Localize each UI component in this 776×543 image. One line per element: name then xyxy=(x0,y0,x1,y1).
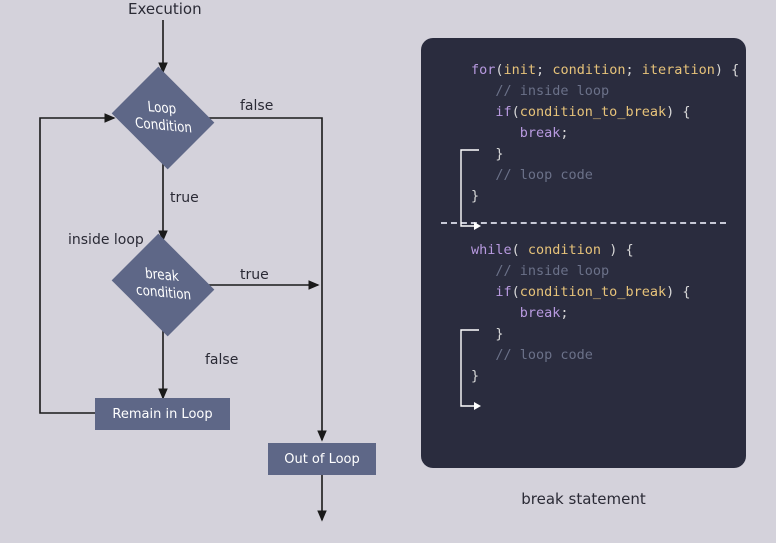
inside-loop-label: inside loop xyxy=(68,232,144,248)
true-label-1: true xyxy=(170,190,199,206)
execution-label: Execution xyxy=(128,0,202,18)
remain-in-loop-node: Remain in Loop xyxy=(95,398,230,430)
break-condition-text: break condition xyxy=(134,265,192,306)
false-label-1: false xyxy=(240,98,273,114)
caption: break statement xyxy=(421,490,746,508)
code-divider xyxy=(441,222,726,224)
break-condition-node: break condition xyxy=(112,234,215,337)
out-text: Out of Loop xyxy=(284,452,360,467)
loop-condition-node: Loop Condition xyxy=(112,67,215,170)
code-panel: for(init; condition; iteration) { // ins… xyxy=(421,38,746,468)
loop-condition-text: Loop Condition xyxy=(133,98,193,139)
remain-text: Remain in Loop xyxy=(112,407,212,422)
false-label-2: false xyxy=(205,352,238,368)
flowchart: Execution Loop Condition false true insi… xyxy=(0,0,410,543)
out-of-loop-node: Out of Loop xyxy=(268,443,376,475)
for-loop-code: for(init; condition; iteration) { // ins… xyxy=(421,60,746,206)
true-label-2: true xyxy=(240,267,269,283)
while-loop-code: while( condition ) { // inside loop if(c… xyxy=(421,240,746,386)
